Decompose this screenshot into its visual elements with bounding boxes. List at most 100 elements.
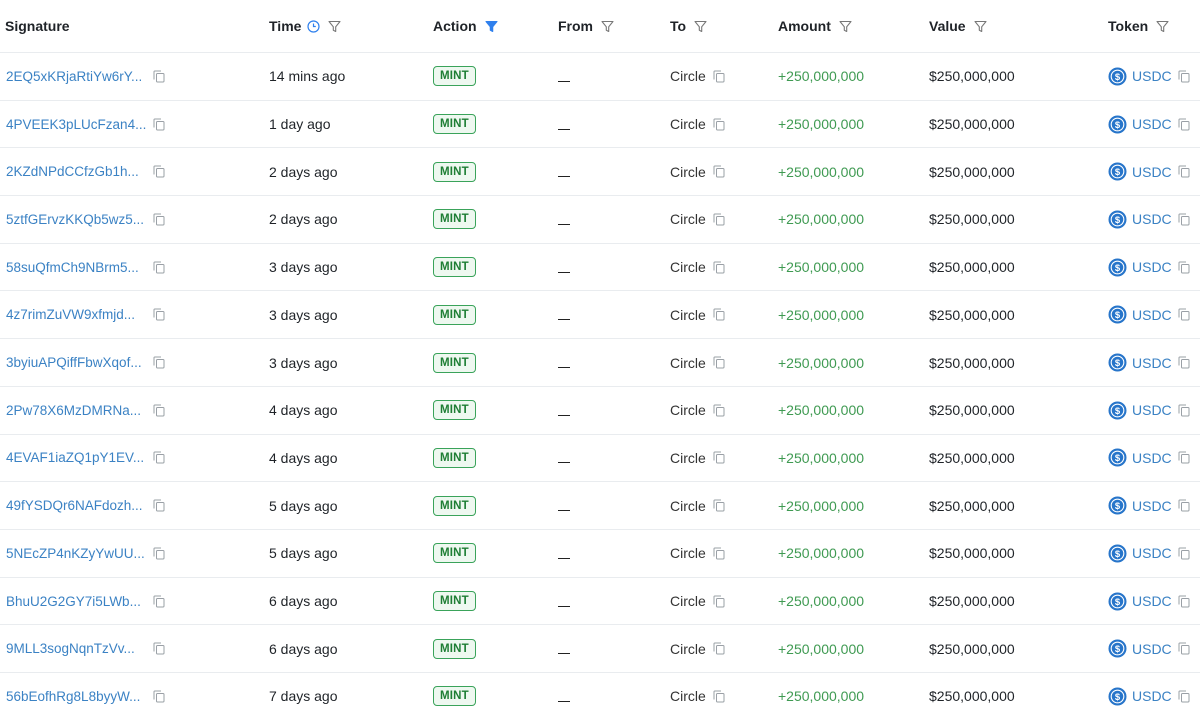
to-text[interactable]: Circle — [670, 593, 706, 609]
copy-icon[interactable] — [153, 690, 165, 703]
token-link[interactable]: USDC — [1132, 545, 1172, 561]
signature-link[interactable]: 2KZdNPdCCfzGb1h... — [6, 164, 139, 179]
token-link[interactable]: USDC — [1132, 307, 1172, 323]
copy-icon[interactable] — [713, 70, 725, 83]
from-cell — [558, 625, 570, 672]
signature-link[interactable]: 4PVEEK3pLUcFzan4... — [6, 117, 146, 132]
copy-icon[interactable] — [153, 499, 165, 512]
to-text[interactable]: Circle — [670, 307, 706, 323]
to-text[interactable]: Circle — [670, 402, 706, 418]
copy-icon[interactable] — [713, 356, 725, 369]
copy-icon[interactable] — [713, 547, 725, 560]
to-text[interactable]: Circle — [670, 641, 706, 657]
copy-icon[interactable] — [1178, 165, 1190, 178]
signature-link[interactable]: 9MLL3sogNqnTzVv... — [6, 641, 135, 656]
action-filter-icon[interactable] — [485, 20, 498, 33]
signature-link[interactable]: 2Pw78X6MzDMRNa... — [6, 403, 141, 418]
token-link[interactable]: USDC — [1132, 498, 1172, 514]
copy-icon[interactable] — [713, 213, 725, 226]
to-text[interactable]: Circle — [670, 116, 706, 132]
copy-icon[interactable] — [1178, 642, 1190, 655]
time-text: 7 days ago — [269, 688, 338, 705]
copy-icon[interactable] — [153, 261, 165, 274]
to-text[interactable]: Circle — [670, 498, 706, 514]
copy-icon[interactable] — [713, 308, 725, 321]
token-link[interactable]: USDC — [1132, 355, 1172, 371]
signature-link[interactable]: 4z7rimZuVW9xfmjd... — [6, 307, 135, 322]
copy-icon[interactable] — [713, 499, 725, 512]
token-link[interactable]: USDC — [1132, 116, 1172, 132]
copy-icon[interactable] — [713, 165, 725, 178]
action-cell: MINT — [433, 578, 476, 625]
token-filter-icon[interactable] — [1156, 20, 1169, 33]
token-link[interactable]: USDC — [1132, 68, 1172, 84]
copy-icon[interactable] — [1178, 118, 1190, 131]
copy-icon[interactable] — [713, 404, 725, 417]
copy-icon[interactable] — [153, 213, 165, 226]
to-text[interactable]: Circle — [670, 164, 706, 180]
copy-icon[interactable] — [1178, 690, 1190, 703]
signature-link[interactable]: 3byiuAPQiffFbwXqof... — [6, 355, 142, 370]
copy-icon[interactable] — [153, 595, 165, 608]
copy-icon[interactable] — [713, 642, 725, 655]
signature-link[interactable]: 5ztfGErvzKKQb5wz5... — [6, 212, 144, 227]
copy-icon[interactable] — [1178, 308, 1190, 321]
copy-icon[interactable] — [1178, 547, 1190, 560]
copy-icon[interactable] — [713, 690, 725, 703]
from-filter-icon[interactable] — [601, 20, 614, 33]
to-text[interactable]: Circle — [670, 450, 706, 466]
signature-link[interactable]: 56bEofhRg8L8byyW... — [6, 689, 140, 704]
time-cell: 6 days ago — [269, 625, 338, 672]
token-link[interactable]: USDC — [1132, 641, 1172, 657]
copy-icon[interactable] — [153, 404, 165, 417]
copy-icon[interactable] — [1178, 451, 1190, 464]
token-link[interactable]: USDC — [1132, 259, 1172, 275]
copy-icon[interactable] — [153, 165, 165, 178]
signature-cell: 3byiuAPQiffFbwXqof... — [6, 339, 165, 386]
copy-icon[interactable] — [713, 451, 725, 464]
copy-icon[interactable] — [153, 547, 165, 560]
copy-icon[interactable] — [713, 118, 725, 131]
to-filter-icon[interactable] — [694, 20, 707, 33]
copy-icon[interactable] — [1178, 70, 1190, 83]
to-text[interactable]: Circle — [670, 355, 706, 371]
copy-icon[interactable] — [713, 595, 725, 608]
token-link[interactable]: USDC — [1132, 593, 1172, 609]
token-link[interactable]: USDC — [1132, 211, 1172, 227]
time-filter-icon[interactable] — [328, 20, 341, 33]
to-text[interactable]: Circle — [670, 545, 706, 561]
amount-filter-icon[interactable] — [839, 20, 852, 33]
copy-icon[interactable] — [1178, 213, 1190, 226]
signature-link[interactable]: 58suQfmCh9NBrm5... — [6, 260, 139, 275]
clock-icon[interactable] — [307, 19, 321, 33]
signature-link[interactable]: 49fYSDQr6NAFdozh... — [6, 498, 143, 513]
copy-icon[interactable] — [153, 308, 165, 321]
copy-icon[interactable] — [1178, 595, 1190, 608]
copy-icon[interactable] — [713, 261, 725, 274]
signature-link[interactable]: BhuU2G2GY7i5LWb... — [6, 594, 141, 609]
copy-icon[interactable] — [153, 70, 165, 83]
to-cell: Circle — [670, 625, 725, 672]
signature-link[interactable]: 4EVAF1iaZQ1pY1EV... — [6, 450, 144, 465]
to-text[interactable]: Circle — [670, 688, 706, 704]
copy-icon[interactable] — [1178, 404, 1190, 417]
token-link[interactable]: USDC — [1132, 402, 1172, 418]
copy-icon[interactable] — [1178, 356, 1190, 369]
copy-icon[interactable] — [153, 356, 165, 369]
to-text[interactable]: Circle — [670, 259, 706, 275]
usdc-coin-icon: $ — [1108, 448, 1127, 467]
copy-icon[interactable] — [153, 642, 165, 655]
signature-link[interactable]: 2EQ5xKRjaRtiYw6rY... — [6, 69, 142, 84]
signature-link[interactable]: 5NEcZP4nKZyYwUU... — [6, 546, 145, 561]
token-link[interactable]: USDC — [1132, 688, 1172, 704]
copy-icon[interactable] — [1178, 499, 1190, 512]
to-text[interactable]: Circle — [670, 211, 706, 227]
token-link[interactable]: USDC — [1132, 450, 1172, 466]
copy-icon[interactable] — [153, 118, 165, 131]
copy-icon[interactable] — [1178, 261, 1190, 274]
value-filter-icon[interactable] — [974, 20, 987, 33]
signature-cell: 5ztfGErvzKKQb5wz5... — [6, 196, 165, 243]
copy-icon[interactable] — [153, 451, 165, 464]
to-text[interactable]: Circle — [670, 68, 706, 84]
token-link[interactable]: USDC — [1132, 164, 1172, 180]
